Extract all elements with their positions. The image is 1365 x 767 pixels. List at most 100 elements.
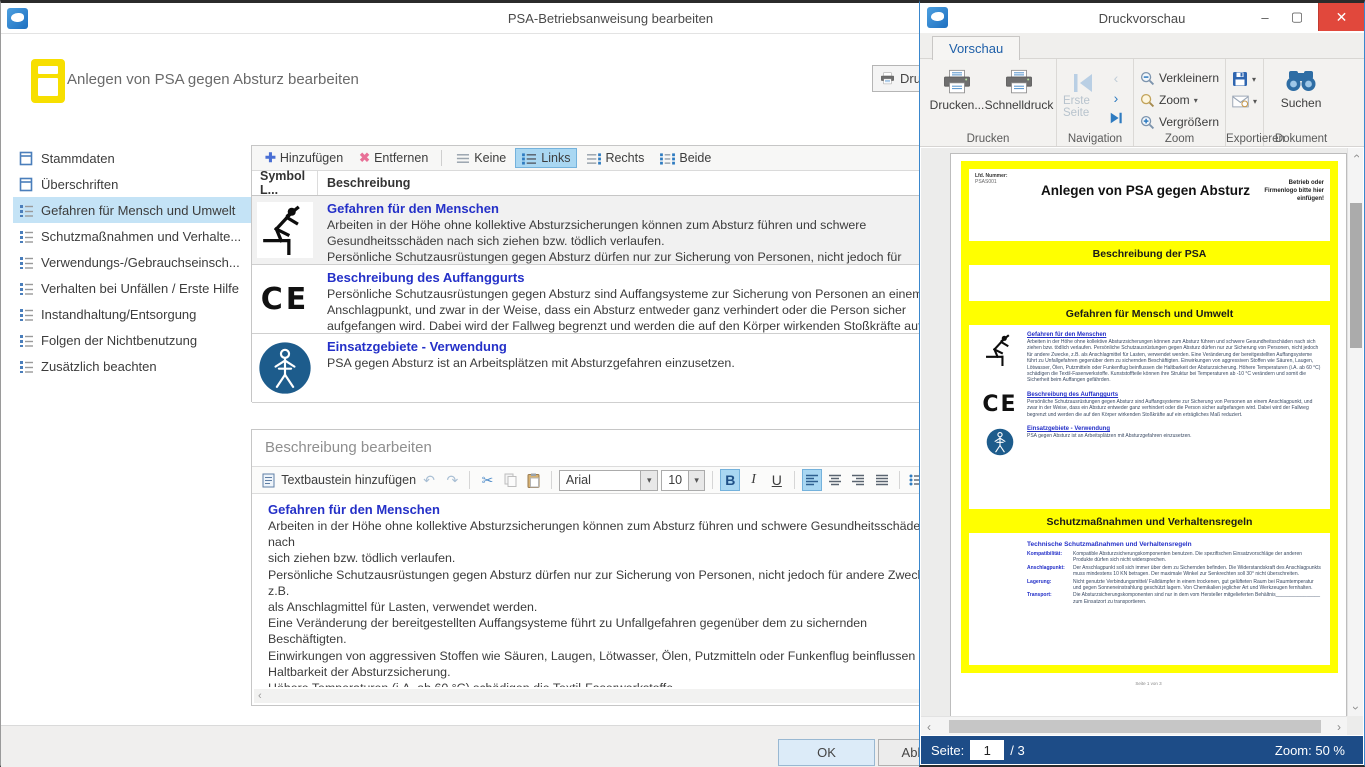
column-header-symbol[interactable]: Symbol L...: [252, 171, 318, 195]
sidebar-item-unfaelle[interactable]: Verhalten bei Unfällen / Erste Hilfe: [13, 275, 251, 301]
cut-icon[interactable]: ✂: [477, 469, 497, 491]
document-entry: CE Beschreibung des Auffanggurts Persönl…: [973, 391, 1322, 418]
zoom-button[interactable]: Zoom ▾: [1140, 90, 1219, 110]
falling-person-icon: [973, 331, 1027, 384]
entry-title: Gefahren für den Menschen: [1027, 331, 1322, 339]
measures-box: Technische Schutzmaßnahmen und Verhalten…: [969, 533, 1330, 665]
sidebar-item-ueberschriften[interactable]: Überschriften: [13, 171, 251, 197]
group-label-navigation: Navigation: [1057, 133, 1133, 145]
align-right-button[interactable]: [848, 469, 868, 491]
bold-button[interactable]: B: [720, 469, 740, 491]
align-justify-button[interactable]: [872, 469, 892, 491]
sidebar-item-stammdaten[interactable]: Stammdaten: [13, 145, 251, 171]
export-save-button[interactable]: ▾: [1232, 71, 1257, 87]
document-yellow-frame: Lfd. Nummer: PSAS001 Anlegen von PSA geg…: [961, 161, 1338, 673]
vertical-scrollbar[interactable]: › ›: [1347, 148, 1363, 716]
align-left-button[interactable]: Links: [515, 148, 577, 168]
section-band-beschreibung: Beschreibung der PSA: [969, 247, 1330, 262]
zoom-out-icon: [1140, 71, 1155, 86]
separator: [441, 150, 442, 166]
last-page-icon[interactable]: [1107, 109, 1125, 126]
row-text: Arbeiten in der Höhe ohne kollektive Abs…: [327, 217, 940, 264]
table-header: Symbol L... Beschreibung: [252, 171, 950, 196]
horizontal-scroll-thumb[interactable]: [949, 720, 1321, 733]
align-both-button[interactable]: Beide: [653, 148, 718, 168]
column-header-beschreibung[interactable]: Beschreibung: [318, 176, 410, 190]
sidebar-item-zusaetzlich[interactable]: Zusätzlich beachten: [13, 353, 251, 379]
chevron-down-icon: ▾: [1252, 75, 1256, 84]
editor-horizontal-scrollbar[interactable]: ‹: [254, 689, 948, 703]
ribbon-group-navigation: Erste Seite ‹ › Navigation: [1057, 59, 1134, 146]
entry-title: Einsatzgebiete - Verwendung: [1027, 425, 1322, 433]
ribbon-group-drucken: Drucken... Schnelldruck Drucken: [920, 59, 1057, 146]
zoom-out-button[interactable]: Verkleinern: [1140, 68, 1219, 88]
align-none-button[interactable]: Keine: [448, 148, 513, 168]
redo-icon[interactable]: ↷: [442, 469, 462, 491]
underline-button[interactable]: U: [767, 469, 787, 491]
align-center-button[interactable]: [825, 469, 845, 491]
sidebar-item-label: Instandhaltung/Entsorgung: [41, 307, 196, 322]
table-row[interactable]: Einsatzgebiete - Verwendung PSA gegen Ab…: [252, 334, 950, 403]
separator: [794, 471, 795, 489]
zoom-in-button[interactable]: Vergrößern: [1140, 112, 1219, 132]
sidebar-item-label: Gefahren für Mensch und Umwelt: [41, 203, 235, 218]
italic-button[interactable]: I: [743, 469, 763, 491]
group-label-zoom: Zoom: [1134, 133, 1225, 145]
scroll-down-icon[interactable]: ›: [1348, 700, 1363, 716]
harness-person-icon: [973, 425, 1027, 456]
horizontal-scrollbar[interactable]: ‹ ›: [921, 716, 1347, 735]
align-right-button[interactable]: Rechts: [579, 148, 651, 168]
paste-icon[interactable]: [524, 469, 544, 491]
align-both-icon: [660, 152, 675, 165]
copy-icon[interactable]: [501, 469, 521, 491]
vertical-scroll-thumb[interactable]: [1350, 203, 1362, 348]
next-page-icon[interactable]: ›: [1107, 89, 1125, 106]
scroll-up-icon[interactable]: ›: [1348, 148, 1363, 164]
table-row[interactable]: Gefahren für den Menschen Arbeiten in de…: [252, 196, 950, 265]
remove-button[interactable]: ✖Entfernen: [352, 147, 435, 169]
entry-text: Arbeiten in der Höhe ohne kollektive Abs…: [1027, 339, 1322, 384]
maximize-button[interactable]: ▢: [1282, 3, 1312, 31]
sidebar-item-instandhaltung[interactable]: Instandhaltung/Entsorgung: [13, 301, 251, 327]
search-button[interactable]: Suchen: [1270, 63, 1332, 110]
scroll-right-icon[interactable]: ›: [1331, 717, 1347, 735]
undo-icon[interactable]: ↶: [419, 469, 439, 491]
close-button[interactable]: ✕: [1318, 3, 1364, 31]
preview-statusbar: Seite: / 3 Zoom: 50 %: [921, 736, 1363, 764]
export-email-button[interactable]: ▾: [1232, 95, 1257, 108]
description-editor-panel: Beschreibung bearbeiten Textbaustein hin…: [251, 429, 951, 706]
scroll-left-icon[interactable]: ‹: [254, 690, 262, 702]
description-box: [969, 265, 1330, 301]
measure-row: Transport: Die Absturzsicherungskomponen…: [1027, 592, 1322, 605]
textblock-button[interactable]: Textbaustein hinzufügen: [281, 473, 416, 487]
add-button[interactable]: ✚Hinzufügen: [258, 147, 350, 169]
list-icon: [19, 255, 34, 270]
sidebar-item-label: Zusätzlich beachten: [41, 359, 157, 374]
minimize-button[interactable]: –: [1250, 3, 1280, 31]
page-number-input[interactable]: [970, 740, 1004, 760]
sidebar-item-gefahren[interactable]: Gefahren für Mensch und Umwelt: [13, 197, 251, 223]
sidebar-item-schutzmassnahmen[interactable]: Schutzmaßnahmen und Verhalte...: [13, 223, 251, 249]
align-left-button[interactable]: [802, 469, 822, 491]
font-size-select[interactable]: 10 ▾: [661, 470, 705, 491]
font-family-select[interactable]: Arial ▾: [559, 470, 658, 491]
page-title: Anlegen von PSA gegen Absturz bearbeiten: [67, 71, 359, 88]
drucken-button[interactable]: Drucken...: [926, 63, 988, 112]
entry-text: PSA gegen Absturz ist an Arbeitsplätzen …: [1027, 433, 1322, 439]
schnelldruck-button[interactable]: Schnelldruck: [988, 63, 1050, 112]
zoom-icon: [1140, 93, 1155, 108]
sidebar-item-folgen[interactable]: Folgen der Nichtbenutzung: [13, 327, 251, 353]
group-label-drucken: Drucken: [920, 133, 1056, 145]
first-page-button[interactable]: Erste Seite: [1063, 63, 1103, 119]
previous-page-icon[interactable]: ‹: [1107, 69, 1125, 86]
tab-vorschau[interactable]: Vorschau: [932, 36, 1020, 60]
scroll-left-icon[interactable]: ‹: [921, 717, 937, 735]
editor-heading: Gefahren für den Menschen: [268, 501, 947, 518]
preview-titlebar[interactable]: Druckvorschau – ▢ ✕: [920, 3, 1364, 33]
editor-content[interactable]: Gefahren für den Menschen Arbeiten in de…: [255, 495, 947, 687]
symbols-toolbar: ✚Hinzufügen ✖Entfernen Keine Links Recht…: [252, 146, 950, 171]
sidebar-item-verwendung[interactable]: Verwendungs-/Gebrauchseinsch...: [13, 249, 251, 275]
table-row[interactable]: CE Beschreibung des Auffanggurts Persönl…: [252, 265, 950, 334]
hazards-box: Gefahren für den Menschen Arbeiten in de…: [969, 325, 1330, 509]
ok-button[interactable]: OK: [778, 739, 875, 766]
